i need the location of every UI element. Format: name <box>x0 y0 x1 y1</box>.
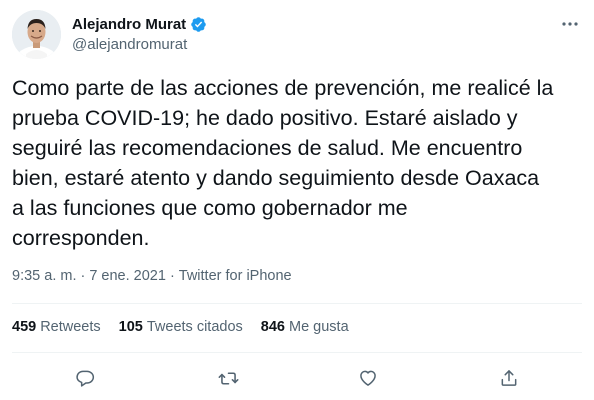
tweet-source[interactable]: Twitter for iPhone <box>179 268 292 284</box>
avatar[interactable] <box>12 10 61 59</box>
retweets-stat[interactable]: 459 Retweets <box>12 319 101 335</box>
quote-tweets-count: 105 <box>118 319 143 335</box>
profile-photo-icon <box>12 10 61 59</box>
quote-tweets-label: Tweets citados <box>146 319 243 335</box>
meta-separator: · <box>169 268 175 284</box>
user-handle[interactable]: @alejandromurat <box>72 36 207 53</box>
tweet-date[interactable]: 7 ene. 2021 <box>89 268 166 284</box>
retweets-label: Retweets <box>40 319 101 335</box>
tweet-actions <box>0 366 594 390</box>
verified-badge-icon <box>190 16 207 33</box>
tweet-header: Alejandro Murat @alejandromurat <box>12 10 582 60</box>
likes-stat[interactable]: 846 Me gusta <box>261 319 349 335</box>
reply-icon[interactable] <box>73 366 97 390</box>
quote-tweets-stat[interactable]: 105 Tweets citados <box>119 319 243 335</box>
divider <box>12 352 582 353</box>
retweet-icon[interactable] <box>216 366 240 390</box>
tweet-meta: 9:35 a. m. · 7 ene. 2021 · Twitter for i… <box>12 268 292 284</box>
name-row: Alejandro Murat <box>72 14 207 34</box>
tweet-time[interactable]: 9:35 a. m. <box>12 268 76 284</box>
more-options-icon[interactable] <box>560 14 580 34</box>
tweet-card: Alejandro Murat @alejandromurat Como par… <box>0 0 594 400</box>
likes-label: Me gusta <box>288 319 349 335</box>
share-icon[interactable] <box>497 366 521 390</box>
author-info: Alejandro Murat @alejandromurat <box>72 14 207 53</box>
heart-icon[interactable] <box>356 366 380 390</box>
tweet-stats: 459 Retweets 105 Tweets citados 846 Me g… <box>12 319 349 335</box>
retweets-count: 459 <box>12 319 37 335</box>
display-name[interactable]: Alejandro Murat <box>72 16 186 33</box>
tweet-text: Como parte de las acciones de prevención… <box>12 76 554 250</box>
meta-separator: · <box>80 268 86 284</box>
likes-count: 846 <box>260 319 285 335</box>
divider <box>12 303 582 304</box>
